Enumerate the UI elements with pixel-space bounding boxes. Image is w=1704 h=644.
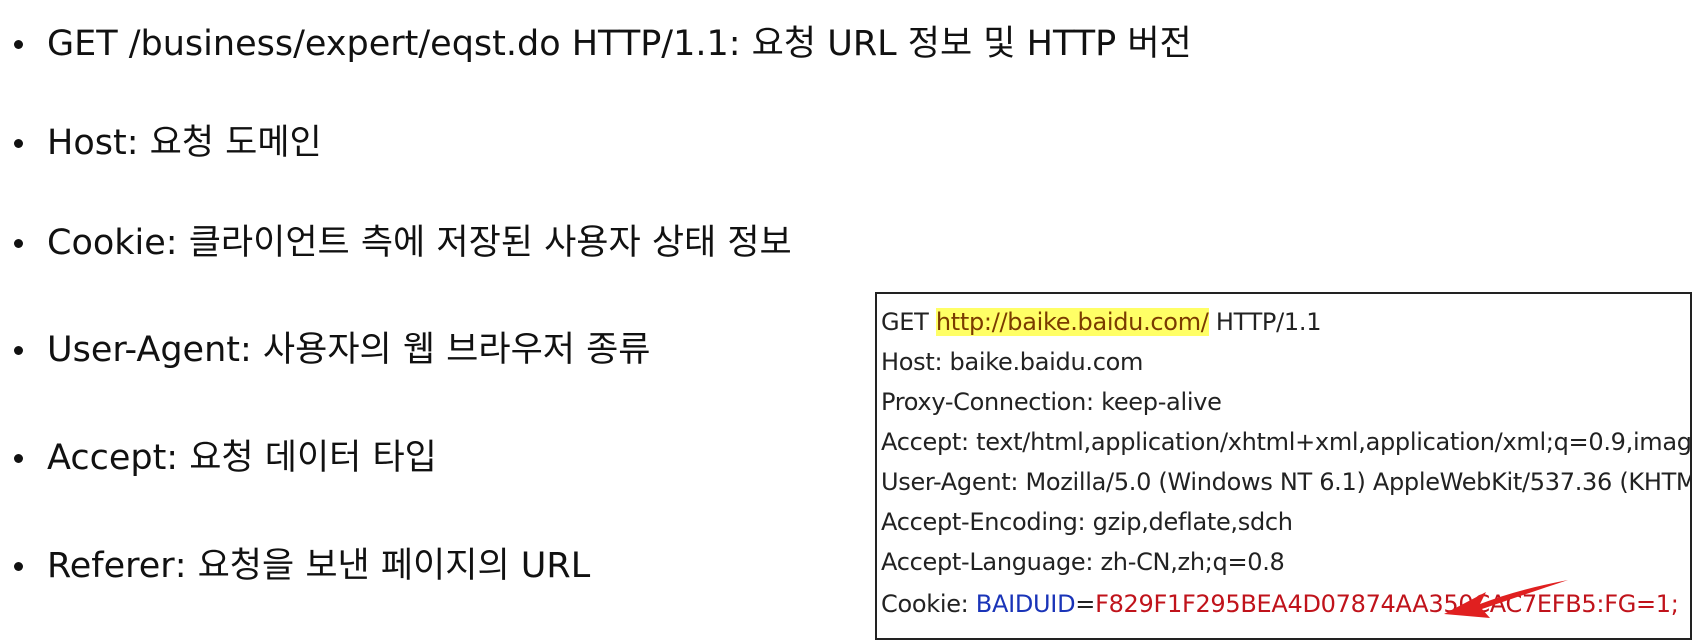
- bullet-cookie: Cookie : 클라이언트 측에 저장된 사용자 상태 정보: [14, 215, 792, 271]
- bullet-accept: Accept : 요청 데이터 타입: [14, 430, 437, 486]
- bullet-term: Cookie: [47, 223, 166, 263]
- http-method: GET: [881, 308, 936, 336]
- bullet-request-line: GET /business/expert/eqst.do HTTP/1.1 : …: [14, 16, 1192, 72]
- bullet-term: Accept: [47, 438, 167, 478]
- http-request-line: GET http://baike.baidu.com/ HTTP/1.1: [877, 302, 1321, 342]
- bullet-referer: Referer : 요청을 보낸 페이지의 URL: [14, 538, 590, 594]
- cookie-equals: =: [1075, 590, 1096, 618]
- bullet-host: Host : 요청 도메인: [14, 115, 322, 171]
- bullet-user-agent: User-Agent : 사용자의 웹 브라우저 종류: [14, 322, 651, 378]
- bullet-desc: : 클라이언트 측에 저장된 사용자 상태 정보: [165, 223, 792, 263]
- bullet-term: User-Agent: [47, 330, 240, 370]
- bullet-dot: [14, 238, 23, 248]
- http-accept-encoding-header: Accept-Encoding: gzip,deflate,sdch: [881, 508, 1293, 536]
- bullet-desc: : 요청 도메인: [126, 123, 322, 163]
- http-proxy-connection-header: Proxy-Connection: keep-alive: [881, 388, 1222, 416]
- bullet-desc: : 요청 데이터 타입: [166, 438, 437, 478]
- bullet-term: GET /business/expert/eqst.do HTTP/1.1: [47, 24, 729, 64]
- http-version: HTTP/1.1: [1208, 308, 1322, 336]
- bullet-dot: [14, 561, 23, 571]
- http-url-highlight: http://baike.baidu.com/: [935, 308, 1209, 336]
- http-accept-language-header: Accept-Language: zh-CN,zh;q=0.8: [881, 548, 1285, 576]
- bullet-term: Referer: [47, 546, 175, 586]
- cookie-label: Cookie:: [881, 590, 976, 618]
- bullet-desc: : 요청을 보낸 페이지의 URL: [174, 546, 591, 586]
- bullet-dot: [14, 453, 23, 463]
- bullet-term: Host: [47, 123, 127, 163]
- bullet-dot: [14, 39, 23, 49]
- cookie-key: BAIDUID: [975, 590, 1076, 618]
- bullet-desc: : 사용자의 웹 브라우저 종류: [240, 330, 651, 370]
- http-host-header: Host: baike.baidu.com: [881, 348, 1144, 376]
- bullet-dot: [14, 345, 23, 355]
- bullet-dot: [14, 138, 23, 148]
- http-accept-header: Accept: text/html,application/xhtml+xml,…: [881, 428, 1692, 456]
- http-request-screenshot: GET http://baike.baidu.com/ HTTP/1.1 Hos…: [875, 292, 1692, 640]
- cookie-value: F829F1F295BEA4D07874AA350CAC7EFB5:FG=1;: [1095, 590, 1679, 618]
- bullet-desc: : 요청 URL 정보 및 HTTP 버전: [728, 24, 1192, 64]
- http-user-agent-header: User-Agent: Mozilla/5.0 (Windows NT 6.1)…: [881, 468, 1690, 496]
- http-cookie-header: Cookie: BAIDUID=F829F1F295BEA4D07874AA35…: [877, 584, 1679, 624]
